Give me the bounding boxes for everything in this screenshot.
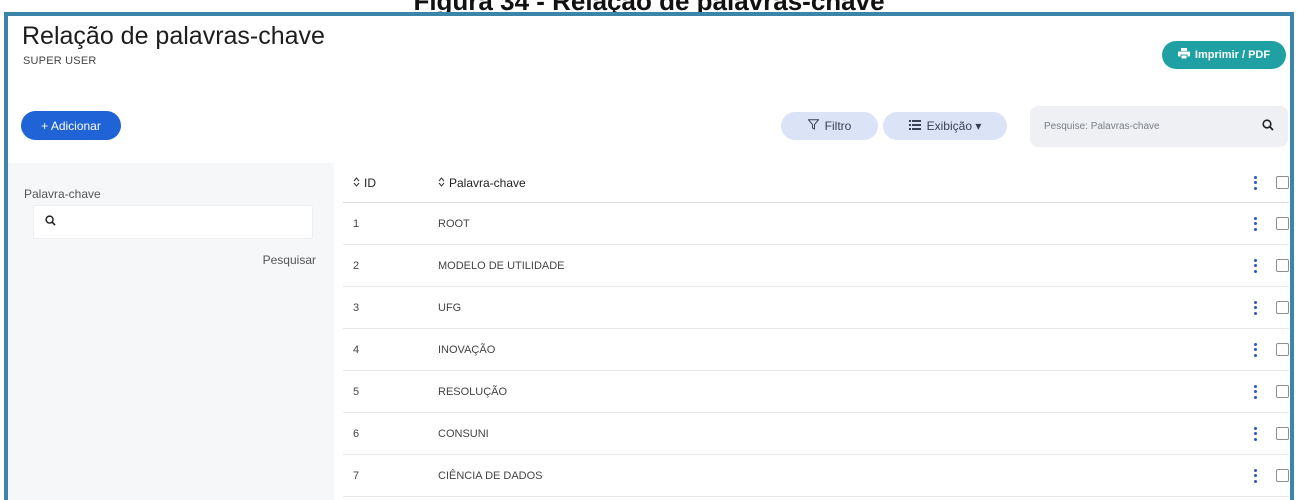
kebab-icon[interactable] xyxy=(1251,216,1259,231)
sort-icon xyxy=(353,176,360,190)
filter-button[interactable]: Filtro xyxy=(781,112,878,140)
keyword-search-field[interactable] xyxy=(33,205,313,239)
row-checkbox[interactable] xyxy=(1276,217,1289,230)
kebab-icon[interactable] xyxy=(1251,342,1259,357)
filter-label: Filtro xyxy=(824,119,852,133)
row-checkbox[interactable] xyxy=(1276,301,1289,314)
column-header-id[interactable]: ID xyxy=(353,176,376,190)
row-id: 7 xyxy=(353,469,360,482)
printer-icon xyxy=(1177,48,1190,62)
sort-icon xyxy=(438,176,445,190)
keywords-table: ID Palavra-chave 1 ROOT 2 MODELO DE UTIL… xyxy=(343,163,1289,497)
row-id: 5 xyxy=(353,385,360,398)
kebab-icon[interactable] xyxy=(1251,468,1259,483)
display-label: Exibição ▾ xyxy=(926,119,982,133)
print-pdf-button[interactable]: Imprimir / PDF xyxy=(1162,41,1286,69)
keyword-field-label: Palavra-chave xyxy=(24,187,101,201)
table-row[interactable]: 2 MODELO DE UTILIDADE xyxy=(343,245,1289,287)
select-all-checkbox[interactable] xyxy=(1276,176,1289,189)
page-title: Relação de palavras-chave xyxy=(22,22,325,50)
kebab-icon[interactable] xyxy=(1251,426,1259,441)
figure-caption: Figura 34 - Relação de palavras-chave xyxy=(0,0,1298,12)
add-button[interactable]: + Adicionar xyxy=(21,111,121,140)
app-frame: Relação de palavras-chave SUPER USER Imp… xyxy=(4,12,1294,500)
row-keyword: RESOLUÇÃO xyxy=(438,385,508,398)
table-row[interactable]: 6 CONSUNI xyxy=(343,413,1289,455)
row-checkbox[interactable] xyxy=(1276,469,1289,482)
table-header: ID Palavra-chave xyxy=(343,163,1289,203)
table-row[interactable]: 5 RESOLUÇÃO xyxy=(343,371,1289,413)
row-checkbox[interactable] xyxy=(1276,343,1289,356)
row-keyword: ROOT xyxy=(438,217,470,230)
list-icon xyxy=(908,119,921,133)
kebab-icon[interactable] xyxy=(1251,384,1259,399)
table-row[interactable]: 1 ROOT xyxy=(343,203,1289,245)
kebab-icon[interactable] xyxy=(1251,258,1259,273)
column-label: ID xyxy=(364,175,376,190)
search-icon[interactable] xyxy=(1262,118,1274,136)
search-button[interactable]: Pesquisar xyxy=(263,253,316,267)
global-search-input[interactable] xyxy=(1044,121,1234,132)
column-label: Palavra-chave xyxy=(449,175,526,190)
row-keyword: MODELO DE UTILIDADE xyxy=(438,259,565,272)
row-keyword: UFG xyxy=(438,301,462,314)
filter-sidebar: Palavra-chave Pesquisar xyxy=(8,163,334,500)
column-header-keyword[interactable]: Palavra-chave xyxy=(438,176,526,190)
row-id: 6 xyxy=(353,427,360,440)
table-row[interactable]: 7 CIÊNCIA DE DADOS xyxy=(343,455,1289,497)
row-id: 4 xyxy=(353,343,360,356)
row-id: 1 xyxy=(353,217,360,230)
row-keyword: CIÊNCIA DE DADOS xyxy=(438,469,543,482)
user-label: SUPER USER xyxy=(23,55,97,67)
kebab-icon[interactable] xyxy=(1251,175,1259,190)
row-checkbox[interactable] xyxy=(1276,385,1289,398)
print-pdf-label: Imprimir / PDF xyxy=(1194,49,1271,61)
table-row[interactable]: 4 INOVAÇÃO xyxy=(343,329,1289,371)
search-icon xyxy=(45,213,56,231)
row-keyword: INOVAÇÃO xyxy=(438,343,496,356)
global-search xyxy=(1030,106,1288,147)
row-checkbox[interactable] xyxy=(1276,259,1289,272)
funnel-icon xyxy=(807,119,820,133)
display-button[interactable]: Exibição ▾ xyxy=(883,112,1007,140)
row-checkbox[interactable] xyxy=(1276,427,1289,440)
kebab-icon[interactable] xyxy=(1251,300,1259,315)
row-keyword: CONSUNI xyxy=(438,427,489,440)
row-id: 3 xyxy=(353,301,360,314)
table-row[interactable]: 3 UFG xyxy=(343,287,1289,329)
row-id: 2 xyxy=(353,259,360,272)
